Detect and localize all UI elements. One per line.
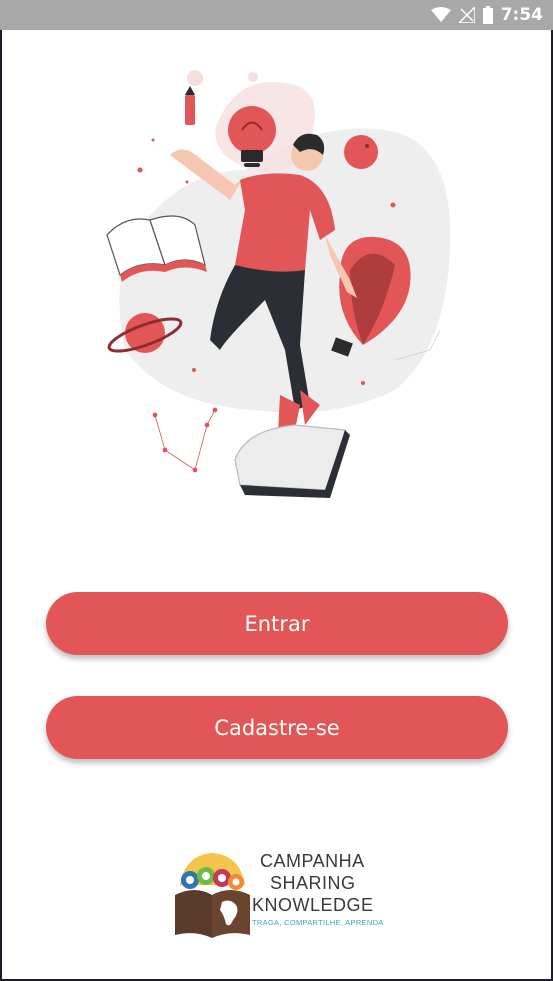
signup-button[interactable]: Cadastre-se [46, 696, 508, 759]
logo-tagline: TRAGA, COMPARTILHE, APRENDA [252, 918, 384, 927]
status-bar: 7:54 [0, 0, 553, 30]
planet-icon [344, 135, 378, 169]
signal-icon [458, 7, 475, 23]
notepad-icon [234, 424, 350, 498]
constellation-icon [152, 407, 218, 473]
wifi-icon [430, 7, 451, 22]
campaign-logo: CAMPANHA SHARING KNOWLEDGE TRAGA, COMPAR… [170, 850, 390, 940]
logo-line-sharing: SHARING [270, 873, 356, 893]
status-time: 7:54 [500, 5, 543, 25]
login-button[interactable]: Entrar [46, 592, 508, 655]
hero-illustration [106, 70, 451, 498]
pencil-icon [185, 95, 195, 125]
logo-line-campanha: CAMPANHA [260, 851, 365, 871]
logo-line-knowledge: KNOWLEDGE [252, 895, 374, 915]
logo-emblem [175, 853, 250, 938]
battery-icon [482, 6, 493, 24]
